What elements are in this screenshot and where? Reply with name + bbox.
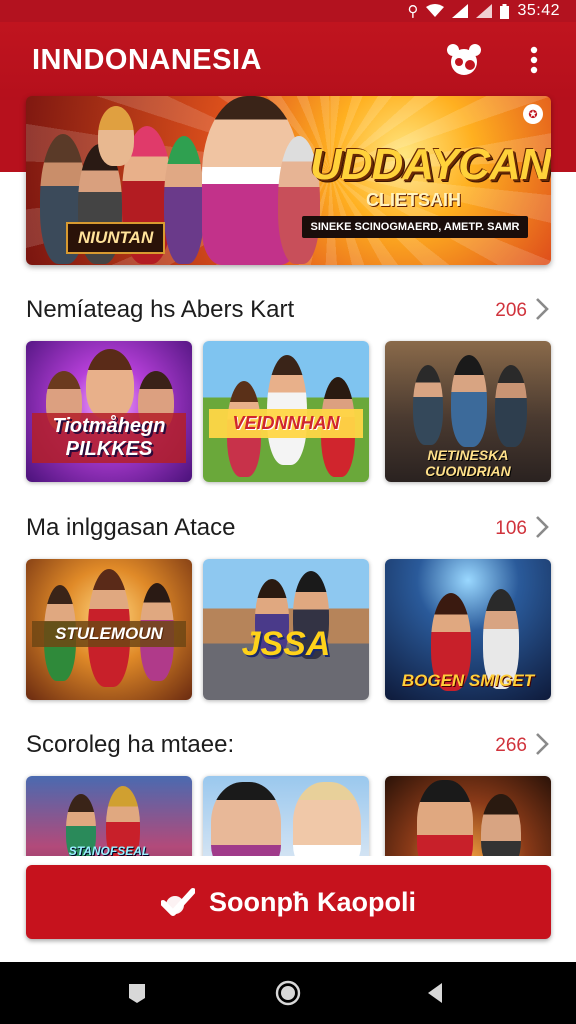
section-count: 266 — [495, 735, 527, 756]
check-icon — [161, 888, 195, 916]
game-card[interactable]: Tiotmåhegn PILKKES — [26, 341, 192, 482]
section-count: 106 — [495, 518, 527, 539]
banner-character — [98, 106, 134, 166]
community-icon[interactable] — [444, 40, 484, 80]
section-header[interactable]: Scoroleg ha mtaee: 266 — [26, 729, 551, 763]
game-card[interactable]: JSSA — [203, 559, 369, 700]
signal-icon — [476, 4, 493, 18]
status-bar: ⚲ 35:42 — [0, 0, 576, 22]
card-label: Tiotmåhegn PILKKES — [32, 413, 186, 463]
card-label: BOGEN SMIGET — [401, 671, 535, 690]
chevron-right-icon[interactable] — [533, 514, 551, 540]
more-vert-icon[interactable] — [514, 40, 554, 80]
banner-badge-icon: ✪ — [523, 104, 543, 124]
card-label: VEIDNNHAN — [209, 409, 363, 438]
battery-icon — [500, 3, 510, 19]
card-character — [451, 355, 487, 447]
game-card[interactable]: NETINESKA CUONDRIAN — [385, 341, 551, 482]
section-header[interactable]: Nemíateag hs Abers Kart 206 — [26, 294, 551, 328]
banner-left-label: NIUNTAN — [66, 222, 166, 254]
system-nav-bar — [0, 962, 576, 1024]
banner-ribbon: SINEKE SCINOGMAERD, AMETP. SAMR — [302, 216, 528, 238]
card-character — [413, 365, 443, 445]
featured-banner[interactable]: UDDAYCAN CLIETSAIH SINEKE SCINOGMAERD, A… — [26, 96, 551, 265]
home-icon[interactable] — [275, 980, 301, 1006]
wifi-icon — [426, 4, 445, 17]
game-card[interactable]: BOGEN SMIGET — [385, 559, 551, 700]
primary-action-label: Soonpħ Kaopoli — [209, 886, 416, 917]
game-card[interactable]: VEIDNNHAN — [203, 341, 369, 482]
app-title: INNDONANESIA — [32, 44, 262, 76]
banner-title: UDDAYCAN — [310, 140, 551, 189]
chevron-right-icon[interactable] — [533, 731, 551, 757]
usb-icon: ⚲ — [407, 3, 419, 20]
section-title: Scoroleg ha mtaee: — [26, 731, 235, 758]
card-character — [495, 365, 527, 447]
primary-action-button[interactable]: Soonpħ Kaopoli — [26, 865, 551, 939]
card-character — [86, 349, 134, 419]
section-title: Nemíateag hs Abers Kart — [26, 296, 295, 323]
back-icon[interactable] — [422, 980, 448, 1006]
banner-character — [164, 136, 204, 264]
game-card[interactable]: STULEMOUN — [26, 559, 192, 700]
status-time: 35:42 — [517, 2, 560, 19]
chevron-right-icon[interactable] — [533, 296, 551, 322]
section-count: 206 — [495, 300, 527, 321]
signal-icon — [452, 4, 469, 18]
card-label: NETINESKA CUONDRIAN — [425, 447, 511, 479]
card-label: JSSA — [241, 625, 331, 663]
recents-icon[interactable] — [124, 980, 150, 1006]
section-title: Ma inlggasan Atace — [26, 514, 236, 541]
card-label: STULEMOUN — [32, 621, 186, 647]
banner-subtitle: CLIETSAIH — [366, 190, 462, 210]
section-header[interactable]: Ma inlggasan Atace 106 — [26, 512, 551, 546]
